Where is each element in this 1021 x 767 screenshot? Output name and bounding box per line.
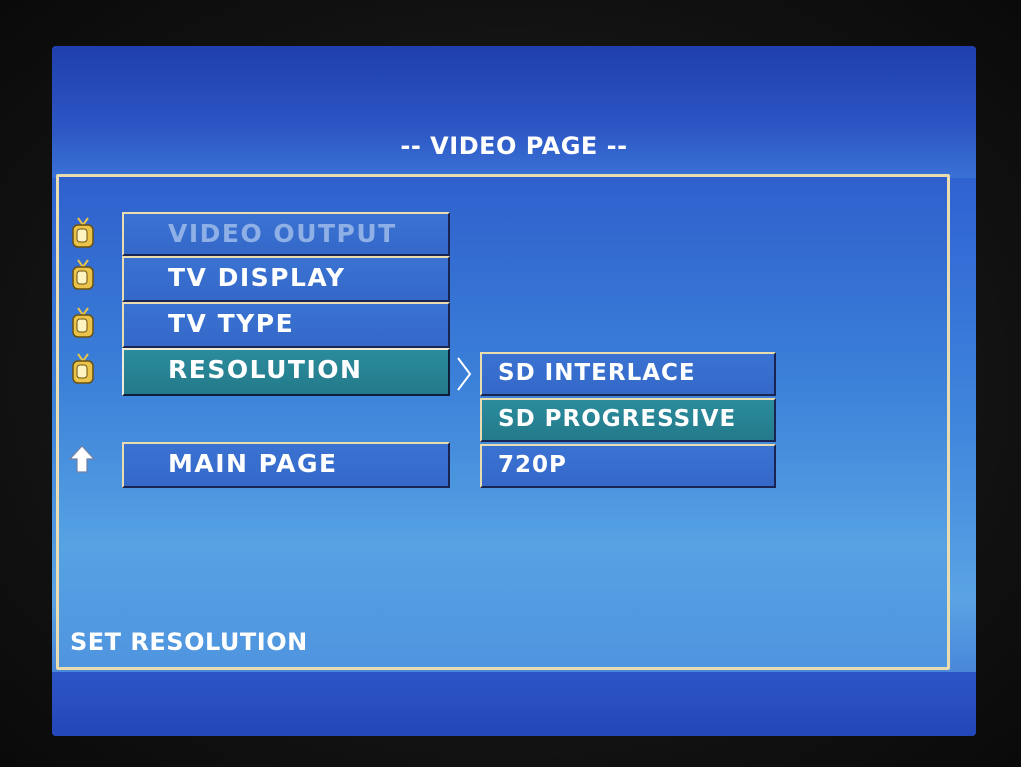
tv-icon bbox=[72, 353, 94, 384]
tv-icon bbox=[72, 217, 94, 248]
resolution-option-sd-interlace[interactable]: SD INTERLACE bbox=[480, 352, 776, 396]
menu-item-label: RESOLUTION bbox=[168, 355, 363, 384]
up-arrow-icon bbox=[68, 445, 96, 473]
menu-item-label: TV DISPLAY bbox=[168, 263, 346, 292]
menu-item-video-output[interactable]: VIDEO OUTPUT bbox=[122, 212, 450, 256]
tv-icon bbox=[72, 307, 94, 338]
main-page-button[interactable]: MAIN PAGE bbox=[122, 442, 450, 488]
tv-bezel: -- VIDEO PAGE -- VIDEO OUTPUT TV DISPLAY… bbox=[0, 0, 1021, 767]
menu-item-label: TV TYPE bbox=[168, 309, 295, 338]
resolution-option-label: SD INTERLACE bbox=[498, 360, 696, 386]
resolution-option-720p[interactable]: 720P bbox=[480, 444, 776, 488]
page-title: -- VIDEO PAGE -- bbox=[400, 132, 628, 160]
resolution-option-sd-progressive[interactable]: SD PROGRESSIVE bbox=[480, 398, 776, 442]
status-text: SET RESOLUTION bbox=[70, 628, 308, 656]
tv-screen: -- VIDEO PAGE -- VIDEO OUTPUT TV DISPLAY… bbox=[52, 46, 976, 736]
menu-item-label: VIDEO OUTPUT bbox=[168, 219, 397, 248]
main-page-label: MAIN PAGE bbox=[168, 449, 338, 478]
resolution-option-label: SD PROGRESSIVE bbox=[498, 406, 737, 432]
chevron-right-icon bbox=[457, 357, 472, 391]
bottom-band bbox=[52, 672, 976, 736]
resolution-option-label: 720P bbox=[498, 452, 567, 478]
menu-item-tv-type[interactable]: TV TYPE bbox=[122, 302, 450, 348]
menu-item-resolution[interactable]: RESOLUTION bbox=[122, 348, 450, 396]
tv-icon bbox=[72, 259, 94, 290]
menu-item-tv-display[interactable]: TV DISPLAY bbox=[122, 256, 450, 302]
